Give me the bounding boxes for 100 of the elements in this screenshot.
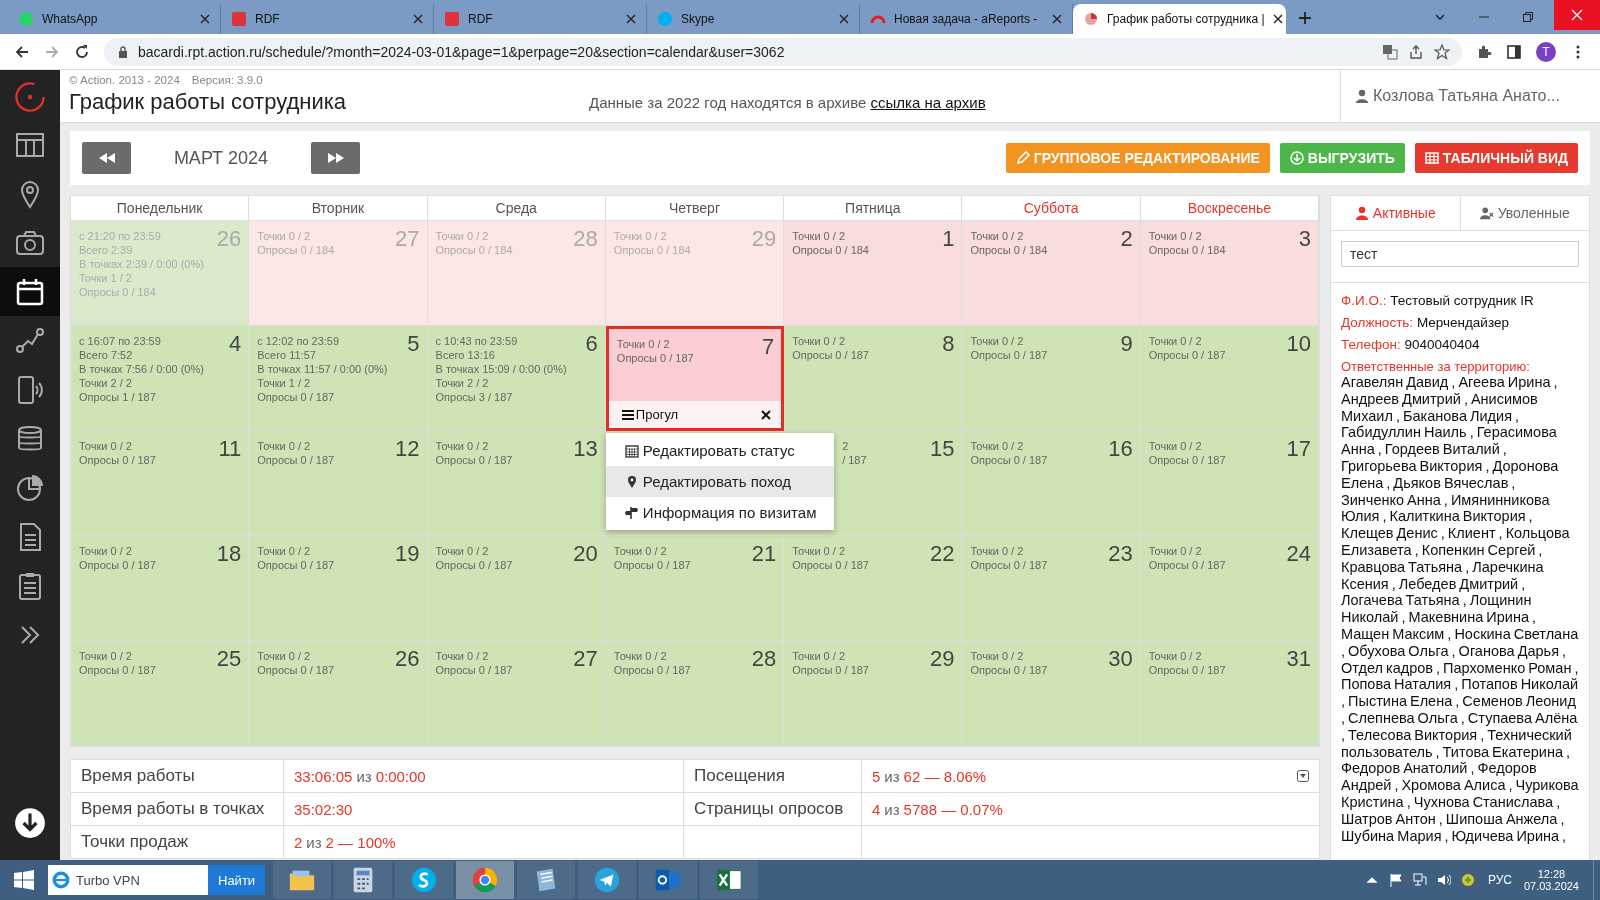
day-cell[interactable]: Точки 0 / 2 Опросы 0 / 187 10 <box>1140 326 1319 431</box>
day-number: 13 <box>573 439 598 463</box>
day-stat: В точках 15:09 / 0:00 (0%) <box>435 362 567 376</box>
side-panel-icon[interactable] <box>1506 43 1522 60</box>
day-stat: Точки 0 / 2 <box>1148 649 1202 663</box>
restore-icon[interactable] <box>1522 11 1534 23</box>
day-number: 12 <box>395 439 420 463</box>
taskbar-app[interactable] <box>578 861 637 899</box>
previous-month-button[interactable] <box>82 142 131 174</box>
day-stat: Точки 0 / 2 <box>970 229 1024 243</box>
download-icon[interactable] <box>13 806 47 840</box>
user-icon <box>1354 206 1369 220</box>
network-icon[interactable] <box>1412 873 1427 887</box>
day-cell[interactable]: Точки 0 / 2 Опросы 0 / 187 23 <box>962 536 1141 641</box>
day-cell[interactable]: Точки 0 / 2 Опросы 0 / 187 17 <box>1140 431 1319 536</box>
day-cell[interactable]: Точки 0 / 2 Опросы 0 / 187 25 <box>71 641 250 746</box>
day-cell[interactable]: Точки 0 / 2 Опросы 0 / 187 8 <box>784 326 963 431</box>
taskbar-app[interactable] <box>517 861 576 899</box>
day-stat: Опросы 0 / 187 <box>1148 348 1226 362</box>
archive-notice: Данные за 2022 год находятся в архиве <box>589 94 867 111</box>
day-cell[interactable]: Точки 0 / 2 Опросы 0 / 187 30 <box>962 641 1141 746</box>
next-month-button[interactable] <box>311 142 360 174</box>
share-icon[interactable] <box>1408 43 1424 60</box>
windows-start-icon[interactable] <box>14 870 34 890</box>
day-cell[interactable]: Точки 0 / 2 Опросы 0 / 187 12 <box>249 431 428 536</box>
archive-link[interactable]: ссылка на архив <box>870 94 986 111</box>
translate-icon[interactable] <box>1382 43 1398 60</box>
speaker-icon[interactable] <box>1436 873 1451 887</box>
search-button[interactable]: Найти <box>208 865 266 895</box>
day-stat: Точки 0 / 2 <box>970 334 1024 348</box>
fast-forward-icon <box>327 153 344 163</box>
taskbar-app[interactable] <box>700 861 759 899</box>
star-icon[interactable] <box>1434 43 1450 60</box>
day-cell[interactable]: Точки 0 / 2 Опросы 0 / 187 16 <box>962 431 1141 536</box>
day-stat: Всего 11:57 <box>257 348 316 362</box>
day-cell[interactable]: Точки 0 / 2 Опросы 0 / 187 24 <box>1140 536 1319 641</box>
stat-label: Посещения <box>684 760 862 793</box>
day-cell[interactable]: Точки 0 / 2 Опросы 0 / 184 3 <box>1140 221 1319 326</box>
day-cell[interactable]: Точки 0 / 2 Опросы 0 / 187 9 <box>962 326 1141 431</box>
day-number: 5 <box>407 334 420 358</box>
taskbar-app[interactable] <box>334 861 393 899</box>
user-menu[interactable]: Козлова Татьяна Анато... <box>1340 70 1600 122</box>
user-icon <box>1355 89 1369 103</box>
collapse-icon[interactable] <box>1297 770 1309 782</box>
status-icon[interactable] <box>1460 873 1475 887</box>
day-stat: Точки 0 / 2 <box>435 544 489 558</box>
day-cell[interactable]: с 16:07 по 23:59 Всего 7:52 В точках 7:56 / 0:00 (0%) Точки 2 / 2 Опросы 1 / 187 4 <box>71 326 250 431</box>
browser-tab[interactable]: График работы сотрудника | <box>1073 4 1286 34</box>
taskbar-app[interactable] <box>395 861 454 899</box>
day-cell[interactable]: Точки 0 / 2 Опросы 0 / 187 26 <box>249 641 428 746</box>
new-tab-icon[interactable] <box>1298 11 1312 25</box>
field-label: Ответственные за территорию: <box>1341 359 1531 374</box>
day-cell[interactable]: Точки 0 / 2 Опросы 0 / 187 22 <box>784 536 963 641</box>
logo-icon[interactable] <box>13 80 47 114</box>
day-number: 4 <box>229 334 242 358</box>
taskbar-app[interactable] <box>273 861 332 899</box>
day-cell[interactable]: Точки 0 / 2 Опросы 0 / 187 18 <box>71 536 250 641</box>
day-cell[interactable]: Точки 0 / 2 Опросы 0 / 187 27 <box>427 641 606 746</box>
table-view-button[interactable]: ТАБЛИЧНЫЙ ВИД <box>1414 143 1578 173</box>
chrome-icon <box>471 866 500 894</box>
close-icon[interactable] <box>1272 14 1283 24</box>
day-cell[interactable]: Точки 0 / 2 Опросы 0 / 187 11 <box>71 431 250 536</box>
filter-tab[interactable]: Уволенные <box>1459 196 1589 230</box>
day-cell[interactable]: Точки 0 / 2 Опросы 0 / 184 2 <box>962 221 1141 326</box>
day-stat: Точки 0 / 2 <box>257 544 311 558</box>
day-cell[interactable]: Точки 0 / 2 Опросы 0 / 187 20 <box>427 536 606 641</box>
day-cell[interactable]: Точки 0 / 2 Опросы 0 / 187 13 <box>427 431 606 536</box>
day-cell[interactable]: Точки 0 / 2 Опросы 0 / 187 31 <box>1140 641 1319 746</box>
day-stat: Опросы 0 / 184 <box>79 285 156 299</box>
reload-icon[interactable] <box>74 43 90 60</box>
day-cell[interactable]: Точки 0 / 2 Опросы 0 / 187 21 <box>605 536 785 641</box>
sidebar-item[interactable] <box>0 267 60 316</box>
filter-tab[interactable]: Активные <box>1331 196 1460 230</box>
close-icon[interactable] <box>761 409 772 420</box>
extensions-icon[interactable] <box>1476 43 1492 60</box>
day-stat: 2 <box>842 439 849 453</box>
taskbar-app[interactable] <box>639 861 698 899</box>
day-number: 21 <box>751 544 777 568</box>
clock[interactable]: 12:28 07.03.2024 <box>1523 868 1579 892</box>
language-indicator[interactable]: РУС <box>1487 873 1512 887</box>
day-cell[interactable]: с 12:02 по 23:59 Всего 11:57 В точках 11:57 / 0:00 (0%) Точки 1 / 2 Опросы 0 / 187 5 <box>249 326 428 431</box>
back-icon[interactable] <box>14 43 30 60</box>
day-cell[interactable]: Точки 0 / 2 Опросы 0 / 184 1 <box>784 221 963 326</box>
day-stat: Точки 0 / 2 <box>257 649 311 663</box>
menu-icon[interactable] <box>621 409 634 420</box>
day-cell[interactable]: Точки 0 / 2 Опросы 0 / 187 28 <box>605 641 785 746</box>
taskbar-search-field[interactable]: Turbo VPN <box>48 865 208 895</box>
tab-list-icon[interactable] <box>1434 11 1446 23</box>
day-stat: Опросы 0 / 184 <box>970 243 1048 257</box>
day-cell[interactable]: с 10:43 по 23:59 Всего 13:16 В точках 15:09 / 0:00 (0%) Точки 2 / 2 Опросы 3 / 187 6 <box>427 326 606 431</box>
day-stat: Опросы 0 / 187 <box>257 453 335 467</box>
menu-item[interactable]: Редактировать поход <box>605 466 834 497</box>
day-cell[interactable]: Точки 0 / 2 Опросы 0 / 187 19 <box>249 536 428 641</box>
flag-icon[interactable] <box>1388 873 1403 887</box>
search-field[interactable]: тест <box>1341 241 1579 267</box>
profile-avatar[interactable]: T <box>1536 41 1556 62</box>
address-bar[interactable]: bacardi.rpt.action.ru/schedule/?month=2024-03-01&page=1&perpage=20&section=calendar&user=3062 <box>104 37 1462 66</box>
day-cell[interactable]: Точки 0 / 2 Опросы 0 / 187 29 <box>784 641 963 746</box>
day-number: 7 <box>761 337 775 361</box>
stat-value: 4 из 5788 — 0.07% <box>862 793 1319 826</box>
